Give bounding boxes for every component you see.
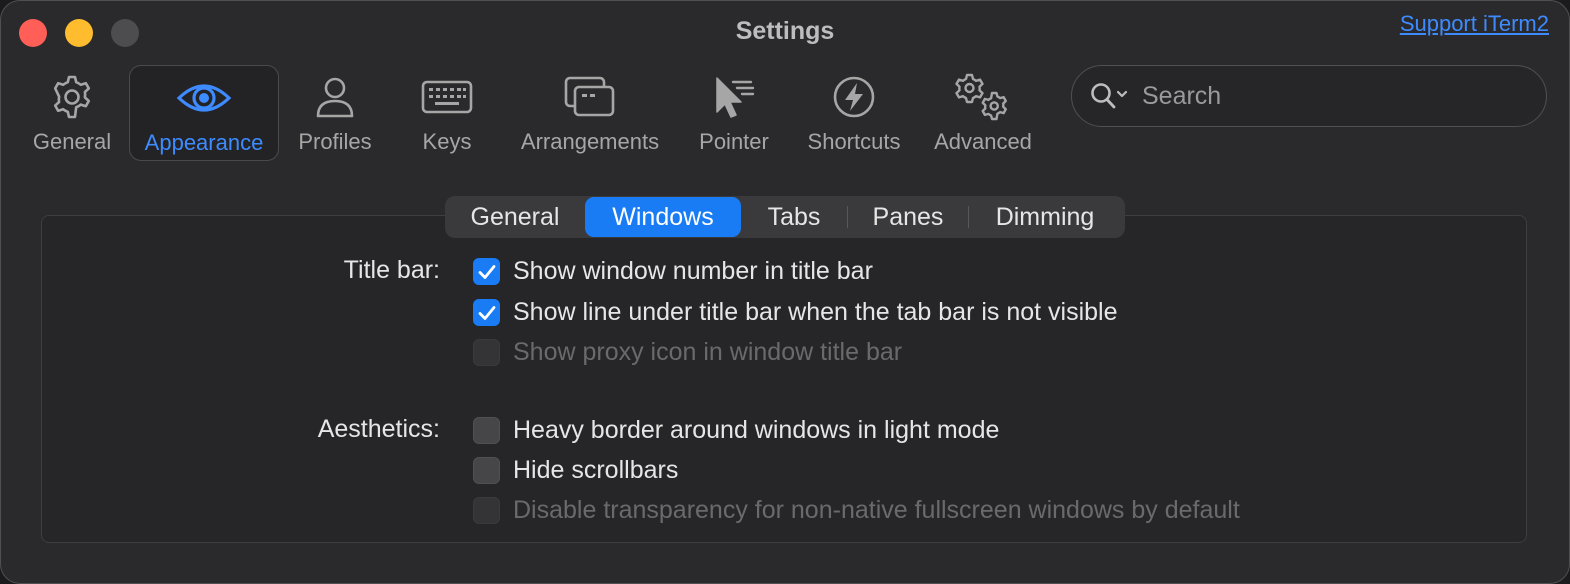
toolbar-label: Shortcuts <box>807 129 901 154</box>
settings-window: Settings Support iTerm2 General Appearan… <box>0 0 1570 584</box>
gear-icon <box>32 65 112 129</box>
toolbar-label: Keys <box>422 129 472 154</box>
gears-icon <box>943 65 1023 129</box>
subtab-general[interactable]: General <box>445 197 585 237</box>
person-icon <box>295 65 375 129</box>
aesthetics-section-label: Aesthetics: <box>317 415 440 443</box>
toolbar-appearance[interactable]: Appearance <box>129 65 279 161</box>
pointer-icon <box>694 65 774 129</box>
window-title: Settings <box>735 17 835 45</box>
zoom-window-button[interactable] <box>111 19 139 47</box>
close-window-button[interactable] <box>19 19 47 47</box>
toolbar-label: Arrangements <box>520 129 660 154</box>
heavy-border-checkbox[interactable] <box>473 417 500 444</box>
option-label: Show proxy icon in window title bar <box>513 338 903 366</box>
show-window-number-option[interactable]: Show window number in title bar <box>473 257 873 286</box>
toolbar-keys[interactable]: Keys <box>411 65 483 159</box>
option-label: Show window number in title bar <box>513 257 873 285</box>
bolt-icon <box>814 65 894 129</box>
option-label: Show line under title bar when the tab b… <box>513 298 1118 326</box>
disable-transparency-option: Disable transparency for non-native full… <box>473 496 1240 525</box>
show-line-under-title-bar-option[interactable]: Show line under title bar when the tab b… <box>473 298 1118 327</box>
eye-icon <box>164 66 244 130</box>
show-proxy-icon-checkbox <box>473 339 500 366</box>
show-proxy-icon-option: Show proxy icon in window title bar <box>473 338 902 367</box>
toolbar-profiles[interactable]: Profiles <box>293 65 377 159</box>
hide-scrollbars-option[interactable]: Hide scrollbars <box>473 456 678 485</box>
title-bar-section-label: Title bar: <box>343 256 440 284</box>
checkmark-icon <box>478 305 495 320</box>
option-label: Hide scrollbars <box>513 456 679 484</box>
option-label: Heavy border around windows in light mod… <box>513 416 1000 444</box>
toolbar-arrangements[interactable]: Arrangements <box>515 65 665 159</box>
minimize-window-button[interactable] <box>65 19 93 47</box>
heavy-border-option[interactable]: Heavy border around windows in light mod… <box>473 416 999 445</box>
subtab-segmented-control: General Windows Tabs Panes Dimming <box>445 196 1125 238</box>
search-icon <box>1090 82 1130 110</box>
search-input[interactable] <box>1140 80 1504 112</box>
show-line-under-title-bar-checkbox[interactable] <box>473 299 500 326</box>
checkmark-icon <box>478 264 495 279</box>
toolbar-shortcuts[interactable]: Shortcuts <box>801 65 907 159</box>
toolbar-label: Advanced <box>934 129 1032 154</box>
search-field[interactable] <box>1071 65 1547 127</box>
toolbar-label: Profiles <box>298 129 372 154</box>
toolbar-pointer[interactable]: Pointer <box>695 65 773 159</box>
hide-scrollbars-checkbox[interactable] <box>473 457 500 484</box>
toolbar-general[interactable]: General <box>29 65 115 159</box>
keyboard-icon <box>407 65 487 129</box>
support-iterm2-link[interactable]: Support iTerm2 <box>1400 11 1549 37</box>
option-label: Disable transparency for non-native full… <box>513 496 1240 524</box>
subtab-dimming[interactable]: Dimming <box>969 197 1121 237</box>
toolbar-label: Appearance <box>144 130 264 155</box>
subtab-tabs[interactable]: Tabs <box>741 197 847 237</box>
show-window-number-checkbox[interactable] <box>473 258 500 285</box>
subtab-panes[interactable]: Panes <box>848 197 968 237</box>
toolbar-label: General <box>32 129 112 154</box>
disable-transparency-checkbox <box>473 497 500 524</box>
toolbar-label: Pointer <box>699 129 769 154</box>
toolbar-advanced[interactable]: Advanced <box>929 65 1037 159</box>
subtab-windows[interactable]: Windows <box>585 197 741 237</box>
windows-icon <box>550 65 630 129</box>
